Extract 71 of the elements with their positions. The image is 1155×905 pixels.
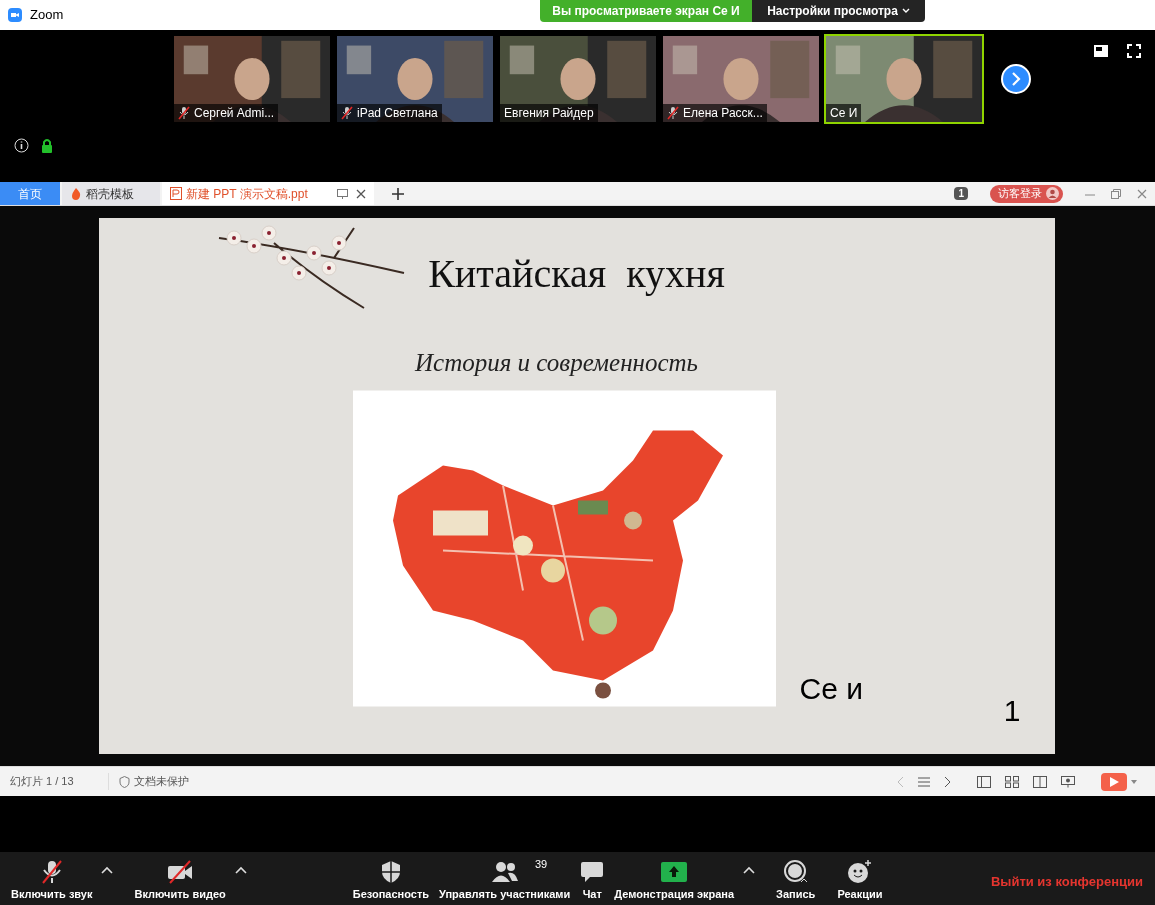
user-icon bbox=[1046, 187, 1059, 200]
slide-title: Китайская кухня bbox=[428, 250, 725, 298]
name-label: Евгения Райдер bbox=[500, 104, 598, 122]
participant-video[interactable]: iPad Светлана bbox=[335, 34, 495, 124]
normal-view-icon[interactable] bbox=[977, 775, 991, 788]
participant-count: 39 bbox=[535, 857, 548, 873]
video-camera-app-icon bbox=[8, 8, 22, 22]
toolbar-button[interactable]: Запись bbox=[771, 854, 821, 903]
participant-video[interactable]: Елена Расск... bbox=[661, 34, 821, 124]
restore-icon[interactable] bbox=[1111, 188, 1121, 199]
muted-microphone-icon bbox=[667, 106, 679, 120]
close-icon bbox=[356, 188, 366, 199]
next-icon[interactable] bbox=[944, 775, 951, 788]
next-page-button[interactable] bbox=[1001, 64, 1031, 94]
share-screen-icon bbox=[660, 861, 689, 884]
close-icon[interactable] bbox=[1137, 188, 1147, 199]
name-label: Сергей Admi... bbox=[174, 104, 279, 122]
plus-icon bbox=[392, 187, 404, 200]
participant-video[interactable]: Се И bbox=[824, 34, 984, 124]
sharing-banner: Вы просматриваете экран Се И bbox=[540, 0, 752, 22]
toolbar-button[interactable]: Включить видео bbox=[129, 854, 231, 903]
toolbar-button[interactable]: Безопасность bbox=[347, 854, 435, 903]
muted-microphone-icon bbox=[39, 859, 64, 886]
app-tab[interactable]: 新建 PPT 演示文稿.ppt bbox=[162, 182, 374, 205]
name-label: Се И bbox=[826, 104, 862, 122]
slide-subtitle: История и современность bbox=[415, 348, 698, 378]
slide-number: 1 bbox=[1003, 692, 1021, 729]
monitor-icon bbox=[337, 188, 348, 199]
layout-icon[interactable] bbox=[1093, 44, 1109, 58]
caret-up-icon bbox=[743, 866, 756, 875]
play-slideshow-button[interactable] bbox=[1101, 772, 1137, 791]
toolbar-button[interactable]: Демонстрация экрана bbox=[609, 854, 740, 903]
author-name: Се и bbox=[799, 670, 863, 707]
chevron-down-icon bbox=[901, 8, 910, 14]
name-label: Елена Расск... bbox=[663, 104, 767, 122]
grid-view-icon[interactable] bbox=[1005, 775, 1019, 788]
window-count: 1 bbox=[954, 187, 968, 200]
window-title: Zoom bbox=[30, 6, 64, 25]
caret-up-icon bbox=[234, 866, 247, 875]
video-off-icon bbox=[166, 860, 195, 885]
info-icon[interactable] bbox=[14, 138, 29, 153]
play-icon bbox=[1109, 776, 1119, 787]
flame-icon bbox=[70, 187, 82, 200]
shield-icon bbox=[379, 860, 402, 885]
toolbar-button[interactable]: Включить звук bbox=[6, 854, 98, 903]
chat-bubble-icon bbox=[580, 860, 605, 885]
app-tab[interactable]: 稻壳模板 bbox=[62, 182, 160, 205]
reading-view-icon[interactable] bbox=[1033, 775, 1047, 788]
toolbar-button[interactable]: Реакции bbox=[832, 854, 888, 903]
slide-counter: 幻灯片 1 / 13 bbox=[9, 774, 75, 790]
fullscreen-icon[interactable] bbox=[1127, 44, 1141, 58]
presenter-view-icon[interactable] bbox=[1061, 775, 1075, 788]
chevron-right-icon bbox=[1011, 72, 1021, 86]
muted-microphone-icon bbox=[341, 106, 353, 120]
protection-status: 文档未保护 bbox=[134, 774, 189, 790]
toolbar-button[interactable]: 39 Управлять участниками bbox=[434, 854, 576, 903]
login-button[interactable]: 访客登录 bbox=[990, 184, 1063, 203]
name-label: iPad Светлана bbox=[337, 104, 442, 122]
participant-video[interactable]: Сергей Admi... bbox=[172, 34, 332, 124]
presentation-file-icon bbox=[170, 187, 182, 200]
lock-icon[interactable] bbox=[41, 138, 53, 153]
toolbar-button[interactable]: Чат bbox=[575, 854, 610, 903]
view-options-button[interactable]: Настройки просмотра bbox=[752, 0, 925, 22]
participant-video[interactable]: Евгения Райдер bbox=[498, 34, 658, 124]
shield-icon bbox=[119, 775, 130, 788]
people-icon bbox=[490, 861, 519, 884]
caret-down-icon bbox=[1131, 779, 1137, 784]
smiley-plus-icon bbox=[846, 859, 873, 886]
muted-microphone-icon bbox=[178, 106, 190, 120]
caret-up-icon bbox=[101, 866, 114, 875]
leave-meeting-button[interactable]: Выйти из конференции bbox=[990, 871, 1143, 892]
